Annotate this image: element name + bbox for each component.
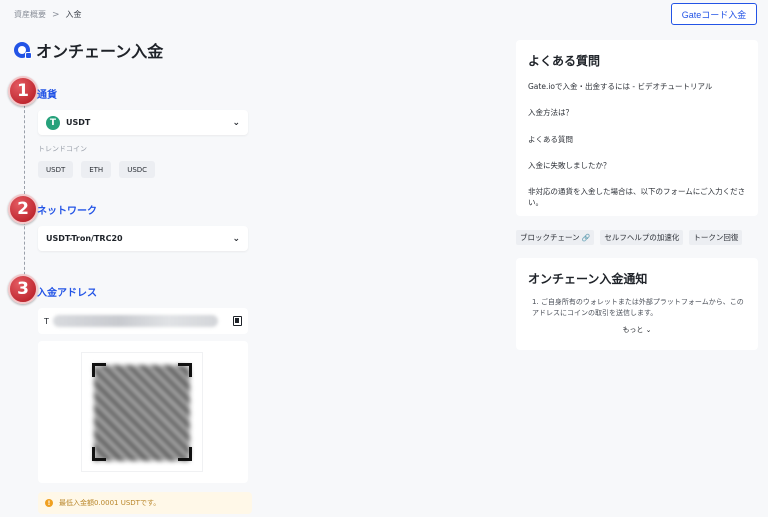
address-redacted bbox=[52, 315, 218, 327]
currency-select[interactable]: T USDT ⌄ bbox=[38, 110, 248, 135]
faq-item[interactable]: 入金に失敗しましたか？ bbox=[528, 160, 746, 171]
faq-item[interactable]: 非対応の通貨を入金した場合は、以下のフォームにご入力ください。 bbox=[528, 186, 746, 209]
notice-text: 1. ご自身所有のウォレットまたは外部プラットフォームから、このアドレスにコイン… bbox=[532, 298, 744, 317]
network-section-label: ネットワーク bbox=[37, 206, 97, 217]
address-section-label: 入金アドレス bbox=[37, 288, 97, 299]
warning-icon: ! bbox=[45, 499, 53, 507]
trend-coins-list: USDT ETH USDC bbox=[38, 161, 156, 178]
faq-item[interactable]: よくある質問 bbox=[528, 134, 746, 145]
network-select[interactable]: USDT-Tron/TRC20 ⌄ bbox=[38, 226, 248, 251]
trend-coin-eth[interactable]: ETH bbox=[81, 161, 112, 178]
qr-code bbox=[82, 353, 202, 471]
warning-text: 最低入金額0.0001 USDTです。 bbox=[59, 499, 161, 507]
trend-coin-usdc[interactable]: USDC bbox=[119, 161, 156, 178]
step-badge-3: 3 bbox=[8, 274, 38, 304]
page-title: オンチェーン入金 bbox=[36, 42, 164, 61]
trend-coin-usdt[interactable]: USDT bbox=[38, 161, 74, 178]
onchain-deposit-notice: オンチェーン入金通知 1. ご自身所有のウォレットまたは外部プラットフォームから… bbox=[516, 258, 758, 350]
more-button[interactable]: もっと ⌄ bbox=[528, 325, 746, 335]
faq-title: よくある質問 bbox=[528, 54, 601, 68]
step-badge-1: 1 bbox=[8, 76, 38, 106]
breadcrumb-separator: > bbox=[52, 9, 60, 20]
trend-coins-label: トレンドコイン bbox=[38, 145, 87, 153]
page-header: オンチェーン入金 bbox=[14, 38, 163, 62]
breadcrumb: 資産概要 > 入金 bbox=[14, 9, 82, 20]
step-badge-2: 2 bbox=[8, 194, 38, 224]
faq-item[interactable]: 入金方法は？ bbox=[528, 107, 746, 118]
qr-code-card bbox=[38, 341, 248, 483]
address-prefix: T bbox=[44, 316, 49, 326]
deposit-address-field: T bbox=[38, 308, 248, 334]
chevron-down-icon: ⌄ bbox=[645, 325, 652, 334]
faq-item[interactable]: Gate.ioで入金・出金するには - ビデオチュートリアル bbox=[528, 81, 746, 92]
usdt-coin-icon: T bbox=[46, 115, 60, 130]
gate-code-deposit-button[interactable]: Gateコード入金 bbox=[671, 3, 757, 25]
qr-code-image bbox=[94, 365, 190, 461]
chevron-down-icon: ⌄ bbox=[232, 117, 240, 128]
link-icon: 🔗 bbox=[581, 233, 591, 242]
currency-section-label: 通貨 bbox=[37, 90, 57, 101]
currency-selected-value: USDT bbox=[66, 118, 91, 127]
tag-token-recovery[interactable]: トークン回復 bbox=[689, 230, 743, 245]
deposit-logo-icon bbox=[14, 42, 32, 59]
help-tags: ブロックチェーン 🔗 セルフヘルプの加速化 トークン回復 bbox=[516, 230, 743, 245]
tag-blockchain[interactable]: ブロックチェーン 🔗 bbox=[516, 230, 595, 245]
network-selected-value: USDT-Tron/TRC20 bbox=[46, 234, 123, 243]
breadcrumb-parent[interactable]: 資産概要 bbox=[14, 9, 46, 20]
step-connector bbox=[24, 95, 25, 285]
notice-title: オンチェーン入金通知 bbox=[528, 272, 648, 286]
copy-icon[interactable] bbox=[233, 316, 242, 326]
tag-self-help-acceleration[interactable]: セルフヘルプの加速化 bbox=[600, 230, 684, 245]
faq-panel: よくある質問 Gate.ioで入金・出金するには - ビデオチュートリアル 入金… bbox=[516, 40, 758, 216]
breadcrumb-current: 入金 bbox=[65, 10, 82, 19]
minimum-deposit-warning: ! 最低入金額0.0001 USDTです。 bbox=[38, 492, 252, 514]
chevron-down-icon: ⌄ bbox=[232, 233, 240, 244]
